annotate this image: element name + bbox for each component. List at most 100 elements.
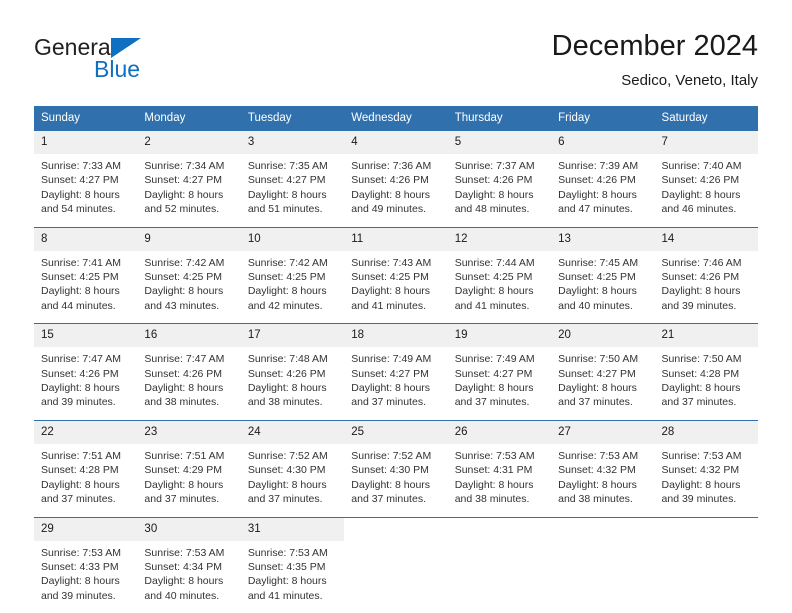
sunset-time: Sunset: 4:26 PM: [558, 173, 647, 187]
daylight-line-2: and 41 minutes.: [351, 299, 440, 313]
sunset-time: Sunset: 4:31 PM: [455, 463, 544, 477]
calendar-week-row: 8Sunrise: 7:41 AMSunset: 4:25 PMDaylight…: [34, 227, 758, 324]
calendar-day-cell-7[interactable]: 7Sunrise: 7:40 AMSunset: 4:26 PMDaylight…: [655, 131, 758, 227]
sunrise-time: Sunrise: 7:51 AM: [144, 449, 233, 463]
sunset-time: Sunset: 4:27 PM: [144, 173, 233, 187]
sunrise-time: Sunrise: 7:48 AM: [248, 352, 337, 366]
sunrise-time: Sunrise: 7:49 AM: [351, 352, 440, 366]
weekday-header-sunday: Sunday: [34, 106, 137, 131]
calendar-day-cell-12[interactable]: 12Sunrise: 7:44 AMSunset: 4:25 PMDayligh…: [448, 228, 551, 324]
calendar-day-cell-8[interactable]: 8Sunrise: 7:41 AMSunset: 4:25 PMDaylight…: [34, 228, 137, 324]
day-details: Sunrise: 7:51 AMSunset: 4:29 PMDaylight:…: [137, 444, 240, 517]
daylight-line-1: Daylight: 8 hours: [558, 478, 647, 492]
sunset-time: Sunset: 4:33 PM: [41, 560, 130, 574]
day-details: Sunrise: 7:53 AMSunset: 4:32 PMDaylight:…: [655, 444, 758, 517]
calendar-day-cell-11[interactable]: 11Sunrise: 7:43 AMSunset: 4:25 PMDayligh…: [344, 228, 447, 324]
daylight-line-2: [351, 589, 440, 603]
daylight-line-1: Daylight: 8 hours: [41, 381, 130, 395]
day-details: Sunrise: 7:42 AMSunset: 4:25 PMDaylight:…: [137, 251, 240, 324]
calendar-day-cell-29[interactable]: 29Sunrise: 7:53 AMSunset: 4:33 PMDayligh…: [34, 518, 137, 613]
day-details: [655, 541, 758, 613]
calendar-day-cell-28[interactable]: 28Sunrise: 7:53 AMSunset: 4:32 PMDayligh…: [655, 421, 758, 517]
day-details: Sunrise: 7:51 AMSunset: 4:28 PMDaylight:…: [34, 444, 137, 517]
daylight-line-1: [558, 574, 647, 588]
calendar-day-cell-10[interactable]: 10Sunrise: 7:42 AMSunset: 4:25 PMDayligh…: [241, 228, 344, 324]
day-details: [448, 541, 551, 613]
calendar-day-cell-30[interactable]: 30Sunrise: 7:53 AMSunset: 4:34 PMDayligh…: [137, 518, 240, 613]
weekday-header-thursday: Thursday: [448, 106, 551, 131]
daylight-line-2: and 48 minutes.: [455, 202, 544, 216]
calendar-day-cell-26[interactable]: 26Sunrise: 7:53 AMSunset: 4:31 PMDayligh…: [448, 421, 551, 517]
calendar-day-cell-25[interactable]: 25Sunrise: 7:52 AMSunset: 4:30 PMDayligh…: [344, 421, 447, 517]
calendar-day-cell-14[interactable]: 14Sunrise: 7:46 AMSunset: 4:26 PMDayligh…: [655, 228, 758, 324]
day-details: Sunrise: 7:42 AMSunset: 4:25 PMDaylight:…: [241, 251, 344, 324]
daylight-line-2: and 46 minutes.: [662, 202, 751, 216]
calendar-day-cell-20[interactable]: 20Sunrise: 7:50 AMSunset: 4:27 PMDayligh…: [551, 324, 654, 420]
daylight-line-2: [455, 589, 544, 603]
sunrise-time: Sunrise: 7:43 AM: [351, 256, 440, 270]
day-number: [655, 518, 758, 541]
calendar-day-cell-19[interactable]: 19Sunrise: 7:49 AMSunset: 4:27 PMDayligh…: [448, 324, 551, 420]
daylight-line-1: Daylight: 8 hours: [662, 188, 751, 202]
daylight-line-2: [558, 589, 647, 603]
calendar-weeks: 1Sunrise: 7:33 AMSunset: 4:27 PMDaylight…: [34, 131, 758, 613]
day-details: Sunrise: 7:52 AMSunset: 4:30 PMDaylight:…: [344, 444, 447, 517]
calendar-day-cell-17[interactable]: 17Sunrise: 7:48 AMSunset: 4:26 PMDayligh…: [241, 324, 344, 420]
day-number: 20: [551, 324, 654, 347]
calendar-day-cell-31[interactable]: 31Sunrise: 7:53 AMSunset: 4:35 PMDayligh…: [241, 518, 344, 613]
sunrise-time: Sunrise: 7:49 AM: [455, 352, 544, 366]
daylight-line-2: and 39 minutes.: [41, 589, 130, 603]
calendar-day-cell-3[interactable]: 3Sunrise: 7:35 AMSunset: 4:27 PMDaylight…: [241, 131, 344, 227]
day-details: Sunrise: 7:41 AMSunset: 4:25 PMDaylight:…: [34, 251, 137, 324]
daylight-line-2: and 52 minutes.: [144, 202, 233, 216]
calendar-day-cell-22[interactable]: 22Sunrise: 7:51 AMSunset: 4:28 PMDayligh…: [34, 421, 137, 517]
daylight-line-2: and 38 minutes.: [248, 395, 337, 409]
sunset-time: Sunset: 4:25 PM: [248, 270, 337, 284]
logo-triangle-icon: [111, 38, 141, 58]
sunset-time: Sunset: 4:30 PM: [351, 463, 440, 477]
calendar-day-cell-13[interactable]: 13Sunrise: 7:45 AMSunset: 4:25 PMDayligh…: [551, 228, 654, 324]
daylight-line-1: Daylight: 8 hours: [455, 478, 544, 492]
calendar-week-row: 22Sunrise: 7:51 AMSunset: 4:28 PMDayligh…: [34, 420, 758, 517]
calendar-day-cell-21[interactable]: 21Sunrise: 7:50 AMSunset: 4:28 PMDayligh…: [655, 324, 758, 420]
day-details: Sunrise: 7:35 AMSunset: 4:27 PMDaylight:…: [241, 154, 344, 227]
general-blue-logo[interactable]: General Blue: [34, 34, 264, 90]
calendar-day-cell-24[interactable]: 24Sunrise: 7:52 AMSunset: 4:30 PMDayligh…: [241, 421, 344, 517]
daylight-line-2: and 54 minutes.: [41, 202, 130, 216]
daylight-line-2: and 38 minutes.: [144, 395, 233, 409]
calendar-day-cell-6[interactable]: 6Sunrise: 7:39 AMSunset: 4:26 PMDaylight…: [551, 131, 654, 227]
weekday-header-friday: Friday: [551, 106, 654, 131]
calendar-day-cell-23[interactable]: 23Sunrise: 7:51 AMSunset: 4:29 PMDayligh…: [137, 421, 240, 517]
daylight-line-2: and 37 minutes.: [455, 395, 544, 409]
calendar-day-cell-5[interactable]: 5Sunrise: 7:37 AMSunset: 4:26 PMDaylight…: [448, 131, 551, 227]
calendar-day-cell-4[interactable]: 4Sunrise: 7:36 AMSunset: 4:26 PMDaylight…: [344, 131, 447, 227]
day-number: 13: [551, 228, 654, 251]
calendar-day-cell-27[interactable]: 27Sunrise: 7:53 AMSunset: 4:32 PMDayligh…: [551, 421, 654, 517]
day-number: 27: [551, 421, 654, 444]
calendar-day-cell-18[interactable]: 18Sunrise: 7:49 AMSunset: 4:27 PMDayligh…: [344, 324, 447, 420]
sunrise-time: Sunrise: 7:44 AM: [455, 256, 544, 270]
sunset-time: Sunset: 4:28 PM: [662, 367, 751, 381]
day-details: Sunrise: 7:50 AMSunset: 4:27 PMDaylight:…: [551, 347, 654, 420]
calendar-day-cell-9[interactable]: 9Sunrise: 7:42 AMSunset: 4:25 PMDaylight…: [137, 228, 240, 324]
daylight-line-2: and 37 minutes.: [351, 492, 440, 506]
day-details: Sunrise: 7:44 AMSunset: 4:25 PMDaylight:…: [448, 251, 551, 324]
daylight-line-1: Daylight: 8 hours: [41, 574, 130, 588]
daylight-line-2: and 38 minutes.: [558, 492, 647, 506]
daylight-line-2: and 37 minutes.: [558, 395, 647, 409]
daylight-line-1: Daylight: 8 hours: [351, 284, 440, 298]
calendar-day-cell-1[interactable]: 1Sunrise: 7:33 AMSunset: 4:27 PMDaylight…: [34, 131, 137, 227]
sunset-time: Sunset: 4:25 PM: [455, 270, 544, 284]
sunset-time: Sunset: 4:34 PM: [144, 560, 233, 574]
day-details: Sunrise: 7:49 AMSunset: 4:27 PMDaylight:…: [448, 347, 551, 420]
day-details: Sunrise: 7:34 AMSunset: 4:27 PMDaylight:…: [137, 154, 240, 227]
daylight-line-1: Daylight: 8 hours: [558, 284, 647, 298]
daylight-line-1: Daylight: 8 hours: [351, 478, 440, 492]
calendar-day-cell-15[interactable]: 15Sunrise: 7:47 AMSunset: 4:26 PMDayligh…: [34, 324, 137, 420]
calendar-day-cell-2[interactable]: 2Sunrise: 7:34 AMSunset: 4:27 PMDaylight…: [137, 131, 240, 227]
weekday-header-monday: Monday: [137, 106, 240, 131]
sunrise-time: Sunrise: 7:41 AM: [41, 256, 130, 270]
sunrise-time: Sunrise: 7:53 AM: [455, 449, 544, 463]
calendar-day-cell-16[interactable]: 16Sunrise: 7:47 AMSunset: 4:26 PMDayligh…: [137, 324, 240, 420]
daylight-line-1: Daylight: 8 hours: [144, 478, 233, 492]
